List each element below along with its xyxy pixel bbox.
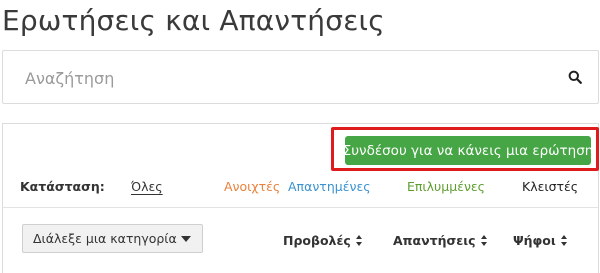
status-filter-resolved[interactable]: Επιλυμμένες	[407, 179, 485, 194]
divider	[2, 207, 599, 208]
status-filter-answered[interactable]: Απαντημένες	[288, 179, 371, 194]
sort-by-views[interactable]: Προβολές	[283, 233, 363, 248]
sort-by-views-label: Προβολές	[283, 233, 351, 248]
search-icon[interactable]	[568, 70, 582, 84]
sort-by-answers-label: Απαντήσεις	[393, 233, 476, 248]
status-filter-open[interactable]: Ανοιχτές	[224, 179, 280, 194]
sort-by-votes[interactable]: Ψήφοι	[513, 233, 568, 248]
login-to-ask-button[interactable]: Συνδέσου για να κάνεις μια ερώτηση	[343, 136, 593, 165]
category-dropdown-label: Διάλεξε μια κατηγορία	[33, 231, 177, 246]
sort-by-votes-label: Ψήφοι	[513, 233, 556, 248]
page-title: Ερωτήσεις και Απαντήσεις	[2, 4, 385, 37]
sort-icon	[355, 235, 363, 246]
status-filter-closed[interactable]: Κλειστές	[522, 179, 578, 194]
search-input[interactable]	[25, 66, 545, 90]
chevron-down-icon	[181, 236, 191, 242]
status-filter-label: Κατάσταση:	[20, 179, 105, 194]
category-dropdown[interactable]: Διάλεξε μια κατηγορία	[22, 224, 203, 253]
status-filter-all[interactable]: Όλες	[131, 179, 163, 194]
sort-by-answers[interactable]: Απαντήσεις	[393, 233, 488, 248]
search-box	[2, 50, 599, 104]
sort-icon	[560, 235, 568, 246]
sort-icon	[480, 235, 488, 246]
